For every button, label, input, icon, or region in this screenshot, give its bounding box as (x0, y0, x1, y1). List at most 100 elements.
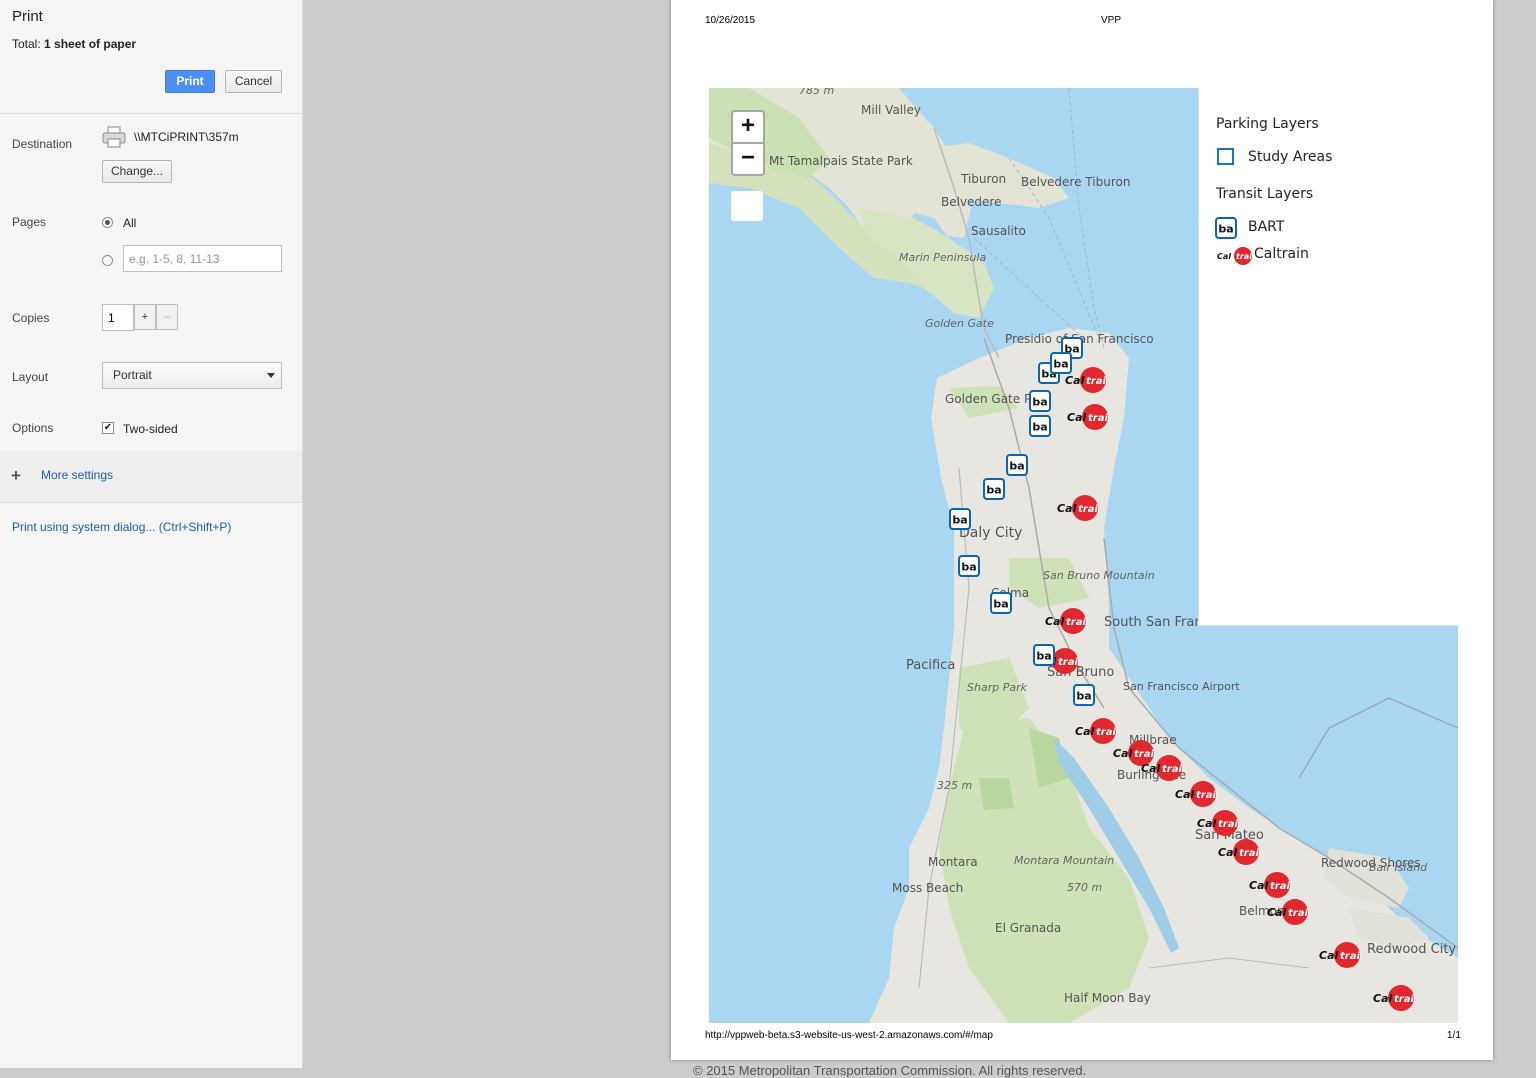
total-label: Total: (12, 37, 41, 51)
map-label: Sharp Park (967, 681, 1027, 694)
bart-station-marker[interactable]: ba (983, 478, 1005, 500)
svg-text:Cal: Cal (1065, 374, 1084, 387)
svg-text:ba: ba (952, 514, 967, 527)
caltrain-station-marker[interactable]: Caltrain (1075, 718, 1123, 744)
svg-text:Cal: Cal (1067, 411, 1086, 424)
zoom-in-button[interactable]: + (731, 110, 765, 143)
total-sheets: Total: 1 sheet of paper (12, 37, 136, 51)
more-settings-row[interactable]: + More settings (0, 451, 302, 502)
map-control-button[interactable] (731, 191, 763, 221)
caltrain-station-marker[interactable]: Caltrain (1319, 942, 1367, 968)
more-settings-link[interactable]: More settings (41, 468, 113, 482)
change-destination-button[interactable]: Change... (102, 160, 172, 183)
svg-text:Cal: Cal (1113, 747, 1132, 760)
caltrain-station-marker[interactable]: Caltrain (1373, 985, 1421, 1011)
print-button[interactable]: Print (165, 70, 215, 93)
svg-text:Cal: Cal (1141, 762, 1160, 775)
legend-item-study-areas: Study Areas (1248, 149, 1333, 165)
layout-select[interactable]: Portrait (102, 362, 282, 389)
copies-input[interactable] (102, 304, 134, 331)
svg-text:train: train (1162, 764, 1183, 775)
total-value: 1 sheet of paper (44, 37, 137, 51)
caltrain-station-marker[interactable]: Caltrain (1045, 608, 1093, 634)
copies-decrement-button[interactable]: – (156, 304, 178, 330)
bart-station-marker[interactable]: ba (990, 592, 1012, 614)
svg-text:ba: ba (1032, 421, 1047, 434)
expand-plus-icon: + (11, 466, 21, 485)
divider (0, 113, 302, 114)
caltrain-station-marker[interactable]: Caltrain (1067, 404, 1115, 430)
svg-text:Cal: Cal (1045, 615, 1064, 628)
map-label: San Bruno Mountain (1043, 569, 1155, 582)
caltrain-station-marker[interactable]: Caltrain (1175, 781, 1223, 807)
caltrain-icon: Cal train (1216, 246, 1258, 266)
map-label: Redwood City (1367, 942, 1457, 957)
cancel-button[interactable]: Cancel (225, 70, 282, 93)
map-label: San Francisco Airport (1123, 680, 1240, 693)
svg-text:Cal: Cal (1319, 949, 1338, 962)
map-label: 570 m (1067, 881, 1103, 894)
map-label: Tiburon (961, 172, 1007, 186)
svg-text:ba: ba (986, 484, 1001, 497)
svg-text:ba: ba (1218, 223, 1233, 236)
map-label: Belvedere Tiburon (1021, 175, 1131, 189)
bart-station-marker[interactable]: ba (1050, 352, 1072, 374)
legend-heading-parking: Parking Layers (1216, 116, 1319, 132)
bart-station-marker[interactable]: ba (958, 555, 980, 577)
map-label: Sausalito (971, 224, 1026, 238)
study-area-swatch-icon (1217, 148, 1234, 165)
pages-range-input[interactable] (123, 245, 282, 272)
map-view[interactable]: 785 m Mill Valley Mt Tamalpais State Par… (709, 88, 1458, 1023)
copyright-text: © 2015 Metropolitan Transportation Commi… (693, 1063, 1087, 1078)
caltrain-station-marker[interactable]: Caltrain (1057, 495, 1105, 521)
copies-label: Copies (12, 311, 50, 325)
pages-custom-radio[interactable] (102, 255, 113, 266)
caltrain-station-marker[interactable]: Caltrain (1141, 755, 1189, 781)
svg-text:train: train (1236, 252, 1256, 261)
svg-text:train: train (1340, 951, 1361, 962)
pages-all-radio[interactable] (102, 217, 113, 228)
dialog-title: Print (12, 8, 43, 25)
svg-text:Cal: Cal (1197, 817, 1216, 830)
header-title: VPP (1101, 15, 1122, 26)
bart-station-marker[interactable]: ba (1073, 684, 1095, 706)
svg-text:train: train (1394, 994, 1415, 1005)
bart-station-marker[interactable]: ba (949, 508, 971, 530)
map-label: Golden Gate (925, 317, 994, 330)
svg-text:train: train (1218, 819, 1239, 830)
svg-text:train: train (1078, 504, 1099, 515)
svg-text:Cal: Cal (1057, 502, 1076, 515)
svg-text:Cal: Cal (1267, 906, 1286, 919)
svg-text:ba: ba (1053, 358, 1068, 371)
destination-label: Destination (12, 137, 73, 151)
bart-station-marker[interactable]: ba (1029, 390, 1051, 412)
printer-icon (102, 126, 126, 148)
copies-increment-button[interactable]: + (134, 304, 156, 330)
caltrain-station-marker[interactable]: Caltrain (1249, 872, 1297, 898)
two-sided-checkbox[interactable]: ✔ (102, 422, 114, 434)
map-label: Half Moon Bay (1064, 991, 1151, 1005)
destination-value: \\MTCiPRINT\357m (134, 130, 239, 144)
svg-text:train: train (1086, 376, 1107, 387)
caltrain-station-marker[interactable]: Caltrain (1267, 899, 1315, 925)
svg-text:train: train (1058, 657, 1079, 668)
bart-station-marker[interactable]: ba (1029, 415, 1051, 437)
svg-text:train: train (1239, 848, 1260, 859)
svg-text:ba: ba (1036, 650, 1051, 663)
svg-text:train: train (1088, 413, 1109, 424)
svg-text:Cal: Cal (1217, 252, 1231, 261)
map-label: Moss Beach (892, 881, 964, 895)
bart-station-marker[interactable]: ba (1033, 644, 1055, 666)
caltrain-station-marker[interactable]: Caltrain (1218, 839, 1266, 865)
footer-page-number: 1/1 (1447, 1030, 1461, 1041)
bart-station-marker[interactable]: ba (1006, 454, 1028, 476)
svg-text:train: train (1196, 790, 1217, 801)
caltrain-station-marker[interactable]: Caltrain (1197, 810, 1245, 836)
svg-text:train: train (1096, 727, 1117, 738)
system-dialog-link[interactable]: Print using system dialog... (Ctrl+Shift… (12, 520, 231, 534)
layout-label: Layout (12, 370, 49, 384)
zoom-out-button[interactable]: − (731, 143, 765, 176)
legend-item-caltrain: Caltrain (1254, 246, 1309, 262)
layout-selected-value: Portrait (113, 368, 152, 382)
chevron-down-icon (267, 373, 275, 378)
